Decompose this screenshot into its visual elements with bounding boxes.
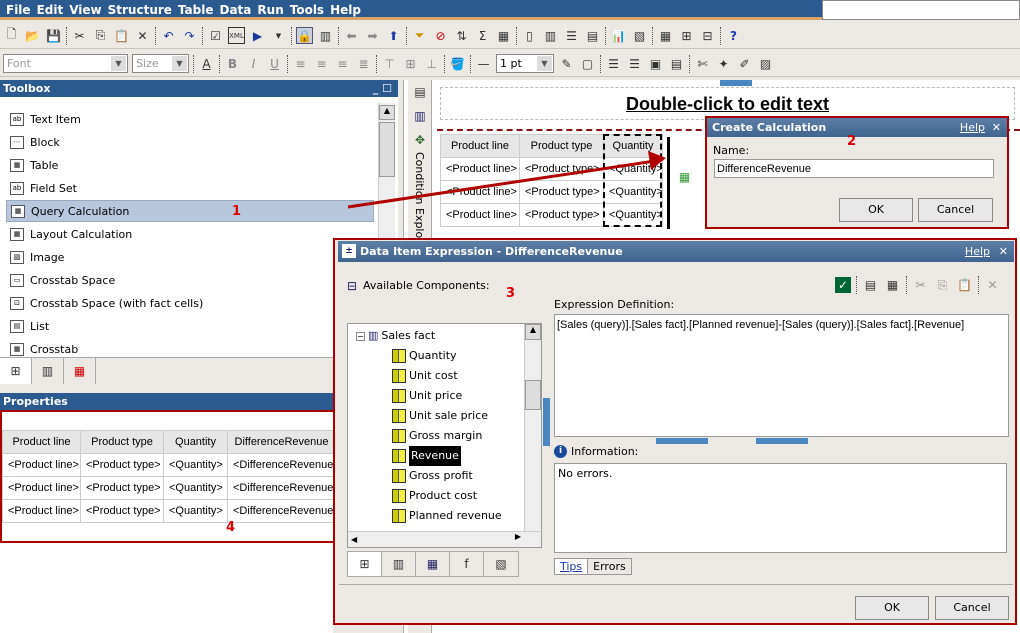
cancel-button[interactable]: Cancel xyxy=(935,596,1009,620)
resize-handle[interactable] xyxy=(756,438,808,444)
insert-after-icon[interactable]: ▦ xyxy=(884,277,901,294)
resize-handle[interactable] xyxy=(656,438,708,444)
information-box: No errors. xyxy=(554,463,1007,553)
query-subject-icon: ▥ xyxy=(368,329,379,342)
parameters-tab-icon[interactable]: ▧ xyxy=(484,552,518,576)
help-link[interactable]: Help xyxy=(960,118,985,137)
tree-node[interactable]: Gross margin xyxy=(356,426,541,446)
measure-icon xyxy=(392,469,406,483)
measure-icon xyxy=(392,429,406,443)
tree-horizontal-scrollbar[interactable]: ◀ ▶ xyxy=(348,531,541,547)
delete-icon[interactable]: ✕ xyxy=(984,277,1001,294)
expression-editor[interactable]: [Sales (query)].[Sales fact].[Planned re… xyxy=(554,314,1009,437)
information-label: Information: xyxy=(571,445,639,458)
available-components-label: Available Components: xyxy=(363,279,490,292)
annotation-label-2: 2 xyxy=(847,134,857,149)
tree-node[interactable]: Unit price xyxy=(356,386,541,406)
measure-icon xyxy=(392,369,406,383)
components-tree-icon: ⊟ xyxy=(346,278,358,293)
tree-node-label: Quantity xyxy=(409,349,457,362)
tree-node[interactable]: Revenue xyxy=(356,446,541,466)
measure-icon xyxy=(392,509,406,523)
tree-node[interactable]: Product cost xyxy=(356,486,541,506)
functions-tab-icon[interactable]: f xyxy=(450,552,484,576)
name-input[interactable] xyxy=(714,159,994,178)
cancel-button[interactable]: Cancel xyxy=(918,198,993,222)
create-calculation-dialog: Create CalculationHelp✕ Name: OK Cancel … xyxy=(705,116,1009,229)
ok-button[interactable]: OK xyxy=(855,596,929,620)
measure-icon xyxy=(392,489,406,503)
tree-node[interactable]: Unit cost xyxy=(356,366,541,386)
measure-icon xyxy=(392,349,406,363)
data-item-expression-dialog: ± Data Item Expression - DifferenceRevenu… xyxy=(333,238,1017,625)
tab-errors[interactable]: Errors xyxy=(588,558,632,575)
tab-tips[interactable]: Tips xyxy=(554,558,589,575)
insert-before-icon[interactable]: ▤ xyxy=(862,277,879,294)
expression-toolbar: ✓ ▤ ▦ ✂ ⎘ 📋 ✕ xyxy=(835,276,1001,294)
data-items-tab-icon[interactable]: ▥ xyxy=(382,552,416,576)
source-tab-icon[interactable]: ⊞ xyxy=(348,552,382,576)
annotation-label-1: 1 xyxy=(232,204,242,219)
ok-button[interactable]: OK xyxy=(839,198,913,222)
tree-node-label: Gross profit xyxy=(409,469,473,482)
measure-icon xyxy=(392,409,406,423)
footer-divider xyxy=(339,584,1013,585)
expression-icon: ± xyxy=(342,244,356,258)
tree-node[interactable]: Gross profit xyxy=(356,466,541,486)
tree-node-label: Unit sale price xyxy=(409,409,489,422)
tree-node[interactable]: Unit sale price xyxy=(356,406,541,426)
splitter-handle[interactable] xyxy=(543,398,550,446)
dialog-titlebar: ± Data Item Expression - DifferenceRevenu… xyxy=(338,241,1014,262)
tree-node-label: Gross margin xyxy=(409,429,483,442)
info-icon: i xyxy=(554,445,567,458)
copy-icon[interactable]: ⎘ xyxy=(934,277,951,294)
tree-node-label: Revenue xyxy=(409,446,461,466)
cut-icon[interactable]: ✂ xyxy=(912,277,929,294)
paste-icon[interactable]: 📋 xyxy=(956,277,973,294)
tree-node-label: Planned revenue xyxy=(409,509,502,522)
measure-icon xyxy=(392,389,406,403)
components-tree: − ▥ Sales fact Quantity Unit cost Unit price U… xyxy=(347,323,542,548)
help-link[interactable]: Help xyxy=(965,241,990,262)
expression-definition-label: Expression Definition: xyxy=(554,298,675,311)
close-icon[interactable]: ✕ xyxy=(999,241,1008,262)
measure-icon xyxy=(392,449,406,463)
dialog-titlebar: Create Calculation Help ✕ xyxy=(707,118,1007,137)
dialog-title: Create Calculation xyxy=(712,121,827,134)
close-icon[interactable]: ✕ xyxy=(992,118,1001,137)
validate-check-icon[interactable]: ✓ xyxy=(835,277,851,293)
tree-node-label: Product cost xyxy=(409,489,478,502)
name-label: Name: xyxy=(713,144,750,157)
tree-node[interactable]: Planned revenue xyxy=(356,506,541,526)
tree-node-sales-fact[interactable]: − ▥ Sales fact xyxy=(356,326,541,346)
tree-node[interactable]: Quantity xyxy=(356,346,541,366)
dialog-title: Data Item Expression - DifferenceRevenue xyxy=(360,245,623,258)
query-items-tab-icon[interactable]: ▦ xyxy=(416,552,450,576)
tree-node-label: Unit price xyxy=(409,389,463,402)
tree-node-label: Unit cost xyxy=(409,369,458,382)
info-tabs: Tips Errors xyxy=(554,558,632,575)
tree-node-label: Sales fact xyxy=(381,329,436,342)
annotation-label-3: 3 xyxy=(506,286,516,301)
components-tabs: ⊞ ▥ ▦ f ▧ xyxy=(347,551,519,577)
tree-vertical-scrollbar[interactable]: ▲ xyxy=(524,324,541,531)
